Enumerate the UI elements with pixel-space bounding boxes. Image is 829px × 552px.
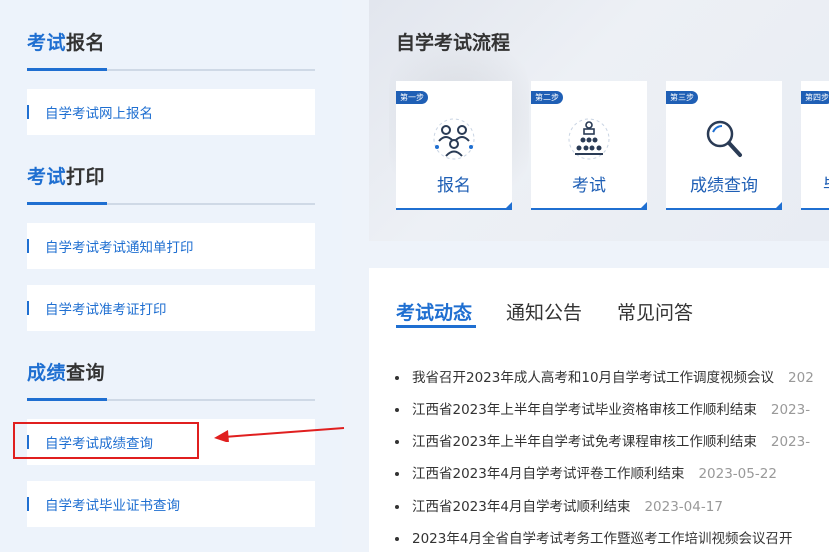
link-diploma-query[interactable]: 自学考试毕业证书查询 [27,481,315,527]
section-title-rest: 打印 [66,166,106,188]
step-card-score-query[interactable]: 第三步 成绩查询 [666,81,782,210]
people-group-icon [433,118,475,160]
process-title: 自学考试流程 [396,32,511,54]
section-title-highlight: 考试 [27,32,67,54]
step-card-exam[interactable]: 第二步 考试 [531,81,647,210]
step-badge: 第三步 [666,91,698,104]
tab-notices[interactable]: 通知公告 [506,298,582,325]
active-tab-indicator [396,325,476,328]
bullet-icon [395,505,399,509]
red-arrow-icon [214,427,345,442]
corner-arrow-icon [641,202,647,208]
link-label: 自学考试毕业证书查询 [45,498,180,514]
link-label: 自学考试考试通知单打印 [45,240,194,256]
step-label: 报名 [437,176,471,196]
news-panel: 考试动态 通知公告 常见问答 我省召开2023年成人高考和10月自学考试工作调度… [369,268,829,552]
step-card-signup[interactable]: 第一步 报名 [396,81,512,210]
news-item[interactable]: 江西省2023年上半年自学考试毕业资格审核工作顺利结束 2023- [395,398,810,420]
section-title-highlight: 考试 [27,166,67,188]
news-item[interactable]: 江西省2023年4月自学考试顺利结束 2023-04-17 [395,495,723,517]
news-item[interactable]: 我省召开2023年成人高考和10月自学考试工作调度视频会议 202 [395,366,814,388]
step-label: 考试 [572,176,606,196]
highlight-box [13,422,199,459]
section-title-rest: 报名 [66,32,106,54]
bullet-icon [395,537,399,541]
news-item[interactable]: 江西省2023年上半年自学考试免考课程审核工作顺利结束 2023- [395,430,810,452]
link-bar [27,105,29,119]
link-exam-notice-print[interactable]: 自学考试考试通知单打印 [27,223,315,269]
news-title: 江西省2023年4月自学考试顺利结束 [412,499,631,515]
tab-faq[interactable]: 常见问答 [617,298,693,325]
news-item[interactable]: 江西省2023年4月自学考试评卷工作顺利结束 2023-05-22 [395,462,777,484]
link-online-signup[interactable]: 自学考试网上报名 [27,89,315,135]
step-badge: 第四步 [801,91,829,104]
news-title: 江西省2023年上半年自学考试免考课程审核工作顺利结束 [412,434,757,450]
step-badge: 第一步 [396,91,428,104]
step-card-fourth[interactable]: 第四步 毕 [801,81,829,210]
section-title-score: 成绩查询 [27,358,105,385]
news-item[interactable]: 2023年4月全省自学考试考务工作暨巡考工作培训视频会议召开 [395,527,806,549]
news-title: 我省召开2023年成人高考和10月自学考试工作调度视频会议 [412,370,775,386]
magnifier-icon [706,120,742,157]
news-date: 202 [788,370,814,386]
news-date: 2023- [770,402,811,418]
news-title: 2023年4月全省自学考试考务工作暨巡考工作培训视频会议召开 [412,531,793,547]
process-panel: 自学考试流程 第一步 报名 第二步 考试 第三步 成绩查询 第四步 [369,0,829,241]
link-bar [27,497,29,511]
news-date: 2023-05-22 [698,466,777,482]
corner-arrow-icon [776,202,782,208]
exam-hall-icon [568,118,610,160]
section-title-highlight: 成绩 [27,362,67,384]
link-bar [27,301,29,315]
link-bar [27,239,29,253]
section-title-rest: 查询 [66,362,106,384]
news-date: 2023- [770,434,811,450]
tab-exam-news[interactable]: 考试动态 [396,298,472,325]
section-divider [27,202,315,205]
news-date: 2023-04-17 [644,499,723,515]
section-title-print: 考试打印 [27,162,105,189]
step-label: 成绩查询 [690,176,758,196]
bullet-icon [395,472,399,476]
link-label: 自学考试准考证打印 [45,302,167,318]
section-divider [27,68,315,71]
step-badge: 第二步 [531,91,563,104]
bullet-icon [395,408,399,412]
sidebar: 考试报名 自学考试网上报名 考试打印 自学考试考试通知单打印 自学考试准考证打印… [0,0,345,552]
bullet-icon [395,440,399,444]
link-admission-ticket-print[interactable]: 自学考试准考证打印 [27,285,315,331]
news-title: 江西省2023年上半年自学考试毕业资格审核工作顺利结束 [412,402,757,418]
corner-arrow-icon [506,202,512,208]
link-label: 自学考试网上报名 [45,106,153,122]
section-title-signup: 考试报名 [27,28,105,55]
news-title: 江西省2023年4月自学考试评卷工作顺利结束 [412,466,685,482]
step-label: 毕 [823,171,829,196]
bullet-icon [395,376,399,380]
section-divider [27,398,315,401]
